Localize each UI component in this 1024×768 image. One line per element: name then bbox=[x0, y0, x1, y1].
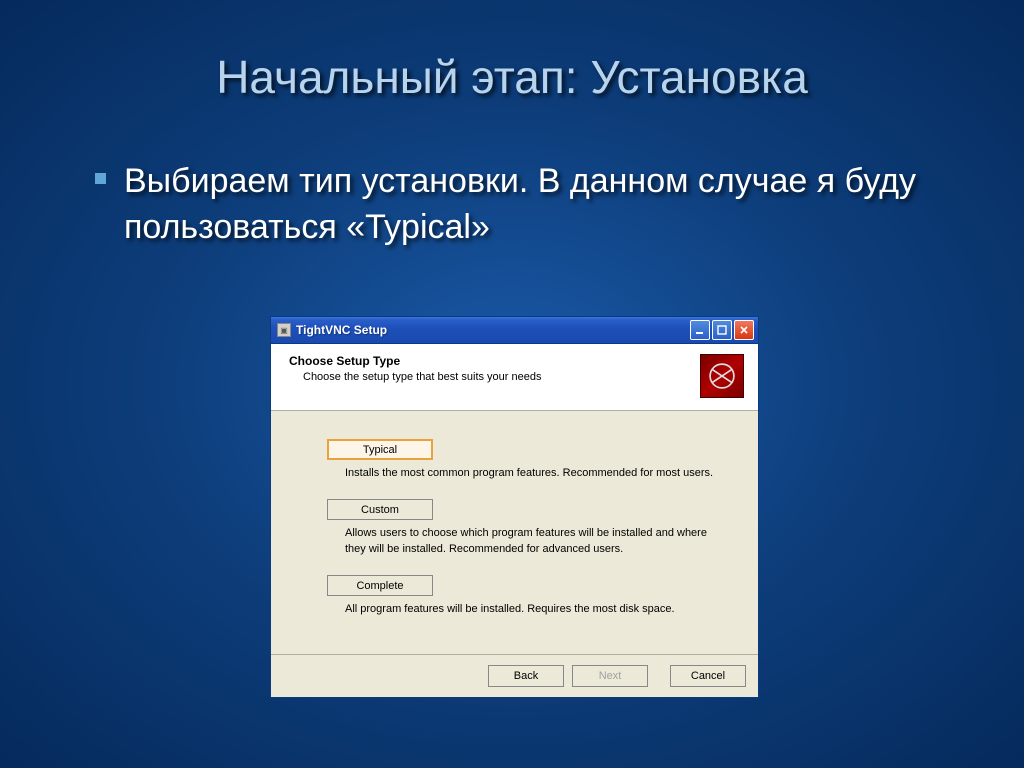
cancel-button[interactable]: Cancel bbox=[670, 665, 746, 687]
minimize-button[interactable] bbox=[690, 320, 710, 340]
maximize-button[interactable] bbox=[712, 320, 732, 340]
next-button: Next bbox=[572, 665, 648, 687]
bullet-text: Выбираем тип установки. В данном случае … bbox=[124, 159, 929, 251]
app-icon: ▣ bbox=[277, 323, 291, 337]
back-button[interactable]: Back bbox=[488, 665, 564, 687]
product-logo-icon bbox=[700, 354, 744, 398]
option-complete: Complete All program features will be in… bbox=[327, 575, 728, 617]
wizard-footer: Back Next Cancel bbox=[271, 654, 758, 697]
wizard-header-text: Choose Setup Type Choose the setup type … bbox=[289, 354, 541, 383]
wizard-header: Choose Setup Type Choose the setup type … bbox=[271, 344, 758, 411]
wizard-subtitle: Choose the setup type that best suits yo… bbox=[289, 371, 541, 383]
bullet-item: Выбираем тип установки. В данном случае … bbox=[95, 159, 929, 251]
window-controls bbox=[690, 320, 754, 340]
installer-window: ▣ TightVNC Setup Choose Setup Type Choos… bbox=[270, 316, 759, 698]
wizard-body: Typical Installs the most common program… bbox=[271, 411, 758, 654]
option-custom: Custom Allows users to choose which prog… bbox=[327, 499, 728, 557]
complete-description: All program features will be installed. … bbox=[327, 596, 728, 617]
titlebar[interactable]: ▣ TightVNC Setup bbox=[271, 317, 758, 344]
typical-description: Installs the most common program feature… bbox=[327, 460, 728, 481]
window-title: TightVNC Setup bbox=[296, 323, 690, 337]
wizard-title: Choose Setup Type bbox=[289, 354, 541, 368]
custom-button[interactable]: Custom bbox=[327, 499, 433, 520]
bullet-marker-icon bbox=[95, 173, 106, 184]
close-button[interactable] bbox=[734, 320, 754, 340]
typical-button[interactable]: Typical bbox=[327, 439, 433, 460]
complete-button[interactable]: Complete bbox=[327, 575, 433, 596]
slide-title: Начальный этап: Установка bbox=[95, 50, 929, 104]
custom-description: Allows users to choose which program fea… bbox=[327, 520, 728, 557]
option-typical: Typical Installs the most common program… bbox=[327, 439, 728, 481]
